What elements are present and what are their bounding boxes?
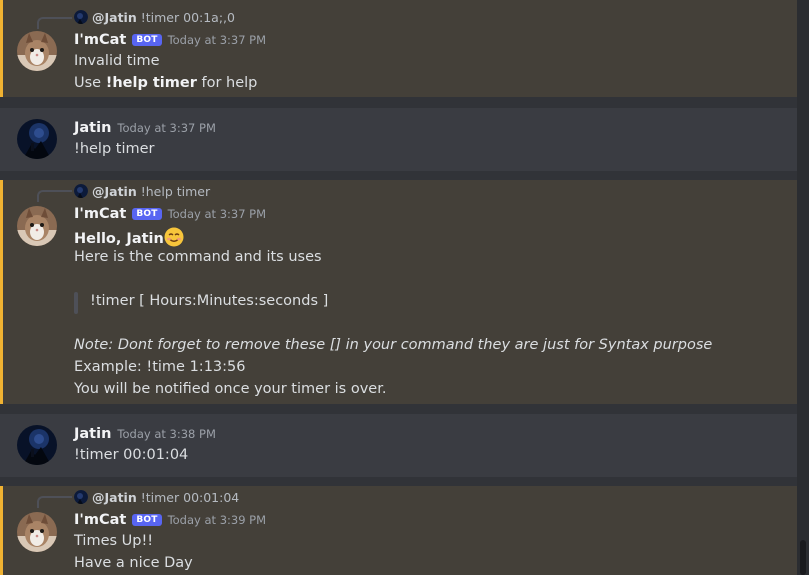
author-name[interactable]: I'mCat	[74, 512, 126, 528]
avatar[interactable]	[17, 425, 57, 465]
message-header: I'mCat BOT Today at 3:37 PM	[74, 32, 266, 48]
note-text: Note: Dont forget to remove these [] in …	[74, 337, 713, 353]
reply-preview[interactable]: Jatin !help timer	[74, 182, 210, 200]
message-user-help[interactable]: Jatin Today at 3:37 PM !help timer	[0, 108, 797, 171]
author-name[interactable]: Jatin	[74, 426, 111, 442]
blockquote-text: !timer [ Hours:Minutes:seconds ]	[90, 293, 329, 309]
bold-command: !help timer	[105, 75, 197, 91]
timestamp[interactable]: Today at 3:37 PM	[168, 207, 266, 221]
reply-author[interactable]: Jatin	[92, 184, 137, 199]
message-header: I'mCat BOT Today at 3:39 PM	[74, 512, 266, 528]
message-bot-help[interactable]: Jatin !help timer I'mCat BOT Today at 3:…	[0, 180, 797, 404]
night-sky-avatar-icon	[17, 425, 57, 465]
blockquote-bar	[74, 292, 78, 314]
reply-spine	[37, 17, 72, 29]
scrollbar-thumb[interactable]	[800, 540, 806, 575]
message-text: Use !help timer for help	[74, 75, 257, 91]
message-header: Jatin Today at 3:37 PM	[74, 120, 216, 136]
message-bot-times-up[interactable]: Jatin !timer 00:01:04 I'mCat BOT Today a…	[0, 486, 797, 575]
reply-avatar	[74, 184, 88, 198]
reply-preview[interactable]: Jatin !timer 00:01:04	[74, 488, 239, 506]
greeting-text: Hello, Jatin	[74, 231, 164, 247]
reply-avatar	[74, 490, 88, 504]
reply-spine	[37, 190, 72, 202]
cat-avatar-icon	[17, 512, 57, 552]
author-name[interactable]: Jatin	[74, 120, 111, 136]
message-header: I'mCat BOT Today at 3:37 PM	[74, 206, 266, 222]
reply-text: !help timer	[140, 183, 211, 199]
avatar[interactable]	[17, 119, 57, 159]
notify-text: You will be notified once your timer is …	[74, 381, 387, 397]
message-header: Jatin Today at 3:38 PM	[74, 426, 216, 442]
reply-author[interactable]: Jatin	[92, 10, 137, 25]
reply-preview[interactable]: Jatin !timer 00:1a;,0	[74, 8, 235, 26]
message-user-timer[interactable]: Jatin Today at 3:38 PM !timer 00:01:04	[0, 414, 797, 477]
text-span: Use	[74, 75, 106, 91]
cat-avatar-icon	[17, 31, 57, 71]
author-name[interactable]: I'mCat	[74, 206, 126, 222]
reply-spine	[37, 496, 72, 508]
avatar[interactable]	[17, 512, 57, 552]
example-text: Example: !time 1:13:56	[74, 359, 246, 375]
author-name[interactable]: I'mCat	[74, 32, 126, 48]
message-text: !timer 00:01:04	[74, 447, 189, 463]
text-span: for help	[196, 75, 258, 91]
timestamp[interactable]: Today at 3:37 PM	[117, 121, 215, 135]
scrollbar-track[interactable]	[797, 0, 809, 575]
bot-badge: BOT	[132, 34, 162, 46]
bot-badge: BOT	[132, 514, 162, 526]
timestamp[interactable]: Today at 3:37 PM	[168, 33, 266, 47]
bot-badge: BOT	[132, 208, 162, 220]
reply-author[interactable]: Jatin	[92, 490, 137, 505]
intro-text: Here is the command and its uses	[74, 249, 322, 265]
cat-avatar-icon	[17, 206, 57, 246]
greeting-line: Hello, Jatin	[74, 227, 184, 247]
smiling-face-emoji-icon	[164, 227, 184, 247]
reply-text: !timer 00:1a;,0	[140, 9, 235, 25]
night-sky-avatar-icon	[17, 119, 57, 159]
timestamp[interactable]: Today at 3:39 PM	[168, 513, 266, 527]
timestamp[interactable]: Today at 3:38 PM	[117, 427, 215, 441]
message-bot-invalid-time[interactable]: Jatin !timer 00:1a;,0 I'mCat BOT Today a…	[0, 0, 797, 97]
avatar[interactable]	[17, 206, 57, 246]
reply-text: !timer 00:01:04	[140, 489, 240, 505]
message-text: Have a nice Day	[74, 555, 193, 571]
message-text: Invalid time	[74, 53, 160, 69]
reply-avatar	[74, 10, 88, 24]
avatar[interactable]	[17, 31, 57, 71]
message-text: Times Up!!	[74, 533, 154, 549]
message-text: !help timer	[74, 141, 155, 157]
